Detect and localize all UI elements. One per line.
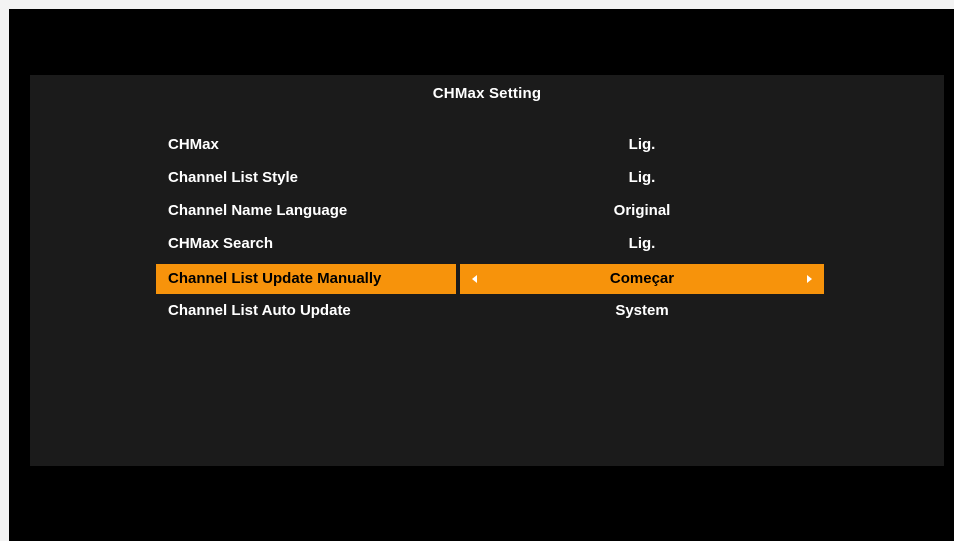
menu-value-channel-list-style[interactable]: Lig. (460, 163, 824, 193)
menu-row-channel-list-update-manually[interactable]: Channel List Update Manually Começar (30, 264, 944, 294)
panel-title: CHMax Setting (432, 85, 542, 102)
menu-row-chmax-search[interactable]: CHMax Search Lig. (30, 229, 944, 259)
arrow-right-icon[interactable] (807, 275, 812, 283)
menu-label-channel-list-update-manually: Channel List Update Manually (156, 264, 456, 294)
menu-value-channel-list-update-manually[interactable]: Começar (460, 264, 824, 294)
menu-label-chmax-search: CHMax Search (168, 235, 274, 252)
menu-label-channel-list-auto-update: Channel List Auto Update (168, 302, 351, 319)
arrow-left-icon[interactable] (472, 275, 477, 283)
menu-row-channel-list-auto-update[interactable]: Channel List Auto Update System (30, 296, 944, 326)
menu-value-channel-list-auto-update[interactable]: System (460, 296, 824, 326)
tv-screen: CHMax Setting CHMax Lig. Channel List St… (9, 9, 954, 541)
menu-row-channel-name-language[interactable]: Channel Name Language Original (30, 196, 944, 226)
menu-value-chmax-search[interactable]: Lig. (460, 229, 824, 259)
menu-label-channel-name-language: Channel Name Language (168, 202, 348, 219)
menu-value-text: Começar (609, 270, 675, 287)
menu-label-channel-list-style: Channel List Style (168, 169, 299, 186)
menu-label-chmax: CHMax (168, 136, 219, 153)
menu-value-channel-name-language[interactable]: Original (460, 196, 824, 226)
menu-row-chmax[interactable]: CHMax Lig. (30, 130, 944, 160)
menu-value-chmax[interactable]: Lig. (460, 130, 824, 160)
menu-row-channel-list-style[interactable]: Channel List Style Lig. (30, 163, 944, 193)
settings-panel: CHMax Setting CHMax Lig. Channel List St… (30, 75, 944, 466)
